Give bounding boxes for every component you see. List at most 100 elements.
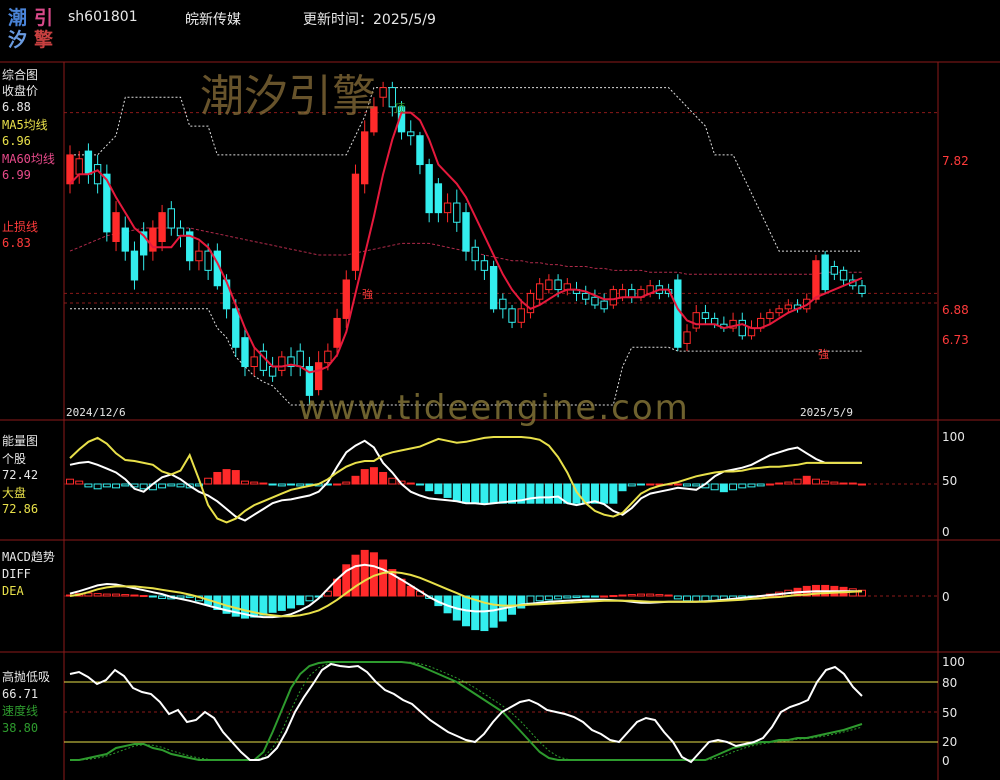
osc-speed-value: 38.80 — [2, 721, 39, 735]
candle-body — [278, 356, 286, 371]
energy-bar — [765, 483, 774, 486]
candle-body — [268, 366, 277, 377]
energy-bar — [784, 481, 793, 485]
energy-bar — [673, 483, 682, 486]
macd-diff-label: DIFF — [2, 567, 31, 581]
candle-body — [121, 227, 129, 252]
candle-body — [508, 308, 516, 323]
macd-bar — [112, 593, 121, 597]
candle-body — [443, 202, 452, 214]
energy-bar — [646, 483, 655, 486]
energy-bar — [498, 483, 507, 504]
energy-bar — [636, 483, 645, 486]
macd-bar — [618, 594, 627, 597]
macd-bar — [544, 595, 553, 601]
candle-body — [683, 331, 691, 344]
energy-bar — [719, 483, 728, 493]
candle-body — [471, 246, 479, 262]
macd-bar — [250, 595, 259, 618]
energy-bar — [600, 483, 609, 504]
macd-bar — [600, 595, 609, 598]
candle-body — [425, 164, 433, 214]
energy-bar — [747, 483, 756, 488]
candle-body — [324, 350, 332, 364]
energy-bar — [443, 483, 452, 498]
osc-tick-20: 20 — [942, 735, 958, 749]
energy-bar — [240, 480, 249, 485]
candle-body — [167, 208, 175, 229]
stop-loss-value: 6.83 — [2, 236, 31, 250]
candle-body — [241, 337, 249, 368]
energy-bar — [158, 483, 167, 489]
candle-body — [591, 296, 599, 306]
energy-bar — [102, 483, 111, 488]
energy-bar — [250, 481, 259, 485]
candle-body — [112, 212, 120, 243]
candle-body — [499, 298, 507, 310]
annotation-strong-1: 強 — [362, 288, 373, 301]
energy-bar — [112, 483, 121, 489]
energy-bar — [406, 482, 415, 485]
macd-bar — [277, 595, 286, 611]
candle-body — [692, 312, 700, 329]
candle-body — [775, 308, 783, 314]
candle-body — [766, 312, 774, 319]
close-value: 6.88 — [2, 100, 31, 114]
energy-bar — [388, 477, 397, 485]
energy-bar — [811, 478, 820, 485]
energy-bar — [66, 478, 74, 485]
energy-bar — [618, 483, 627, 492]
energy-bar — [333, 483, 342, 486]
energy-bar — [627, 483, 636, 487]
macd-dea-label: DEA — [2, 584, 24, 598]
macd-bar — [627, 594, 636, 597]
energy-bar — [802, 475, 811, 485]
energy-bar — [848, 482, 857, 485]
candle-body — [84, 150, 93, 175]
energy-bar — [729, 483, 738, 491]
candle-body — [407, 131, 415, 137]
macd-tick-0: 0 — [942, 590, 950, 604]
candle-body — [600, 300, 608, 310]
energy-stock-line — [69, 439, 862, 522]
macd-bar — [158, 595, 167, 599]
candle-body — [821, 254, 829, 291]
macd-bar — [581, 595, 590, 598]
energy-bar — [434, 483, 443, 495]
candle-body — [176, 227, 185, 237]
candle-body — [66, 154, 74, 185]
brand-watermark: 潮汐引擎 — [200, 71, 376, 122]
energy-bar — [793, 478, 802, 485]
price-tick-high: 7.82 — [942, 154, 969, 168]
macd-bar — [259, 595, 268, 616]
candle-body — [453, 202, 461, 223]
energy-bar — [351, 475, 360, 485]
energy-tick-50: 50 — [942, 474, 958, 488]
candle-body — [618, 289, 627, 298]
logo-char-4: 擎 — [34, 29, 54, 51]
energy-bar — [277, 483, 286, 487]
energy-bar — [287, 483, 296, 486]
macd-bar — [102, 593, 111, 597]
energy-bar — [756, 483, 765, 487]
macd-bar — [93, 593, 102, 597]
energy-bar — [683, 483, 692, 487]
macd-bar — [121, 594, 130, 597]
candle-body — [158, 212, 166, 243]
energy-bar — [425, 483, 434, 492]
energy-bar — [93, 483, 102, 490]
macd-bar — [535, 595, 544, 602]
energy-bar — [296, 483, 305, 487]
macd-bar — [305, 595, 314, 602]
energy-bar — [554, 483, 563, 504]
update-time: 更新时间：2025/5/9 — [303, 12, 436, 28]
macd-bar — [379, 559, 388, 597]
osc-tick-0: 0 — [942, 754, 950, 768]
energy-bar — [775, 482, 784, 485]
energy-market-value: 72.86 — [2, 502, 39, 516]
energy-bar — [121, 483, 130, 487]
energy-bar — [231, 470, 240, 485]
energy-tick-100: 100 — [942, 430, 965, 444]
energy-bar — [139, 483, 148, 490]
candle-body — [858, 285, 866, 294]
